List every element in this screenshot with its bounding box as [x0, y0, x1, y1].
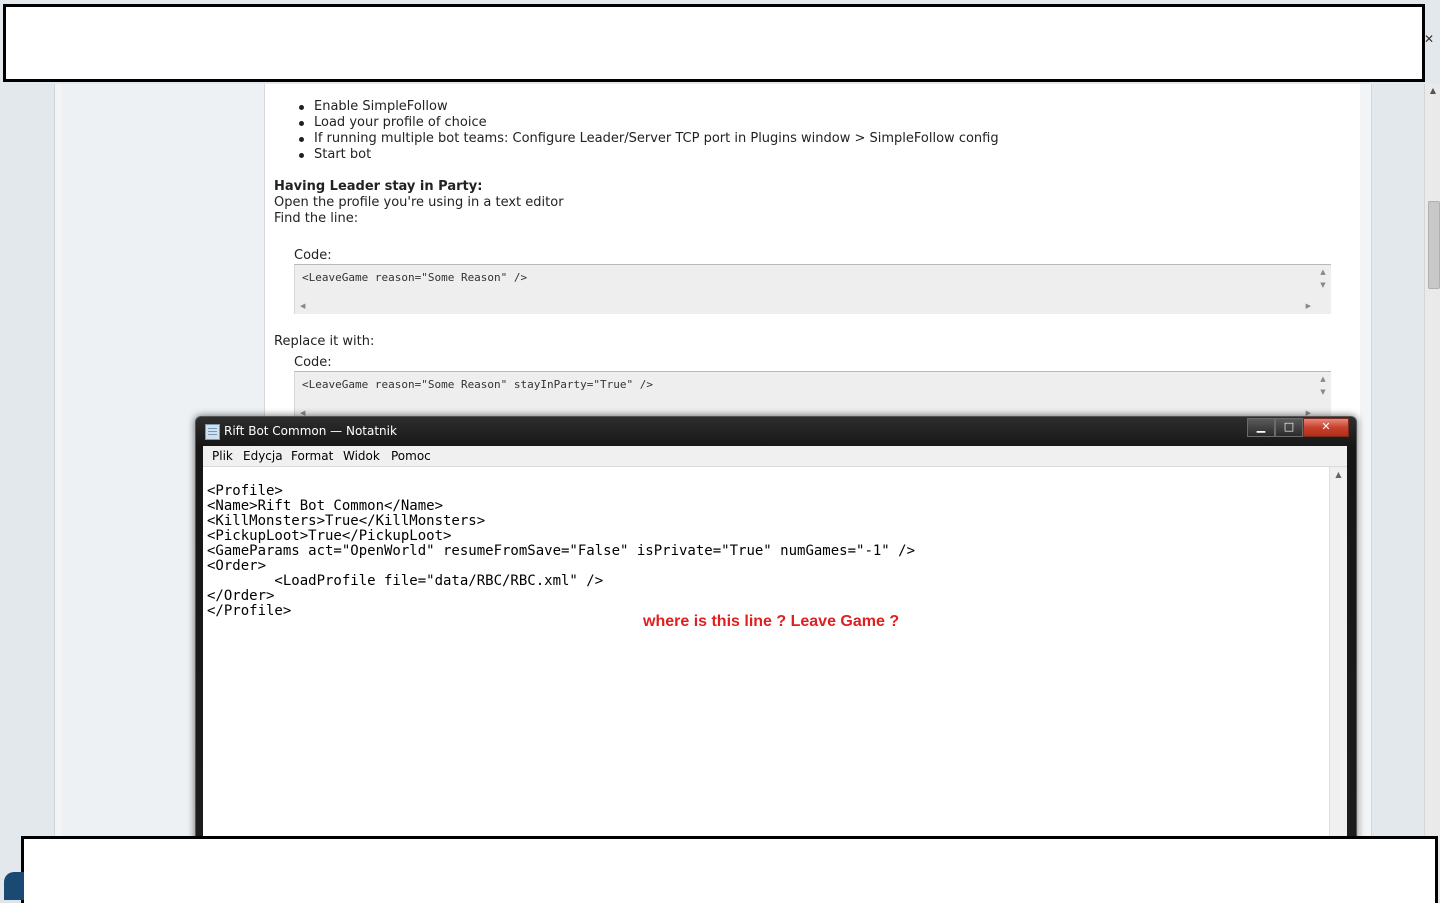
editor-line: <LoadProfile file="data/RBC/RBC.xml" />	[207, 573, 604, 589]
scrollbar-thumb[interactable]	[1428, 201, 1440, 289]
scroll-up-arrow-icon[interactable]: ▲	[1315, 375, 1331, 383]
list-item: Start bot	[299, 147, 999, 163]
editor-line: <Name>Rift Bot Common</Name>	[207, 498, 444, 514]
code-label: Code:	[294, 355, 332, 370]
text-editor-area[interactable]: <Profile> <Name>Rift Bot Common</Name> <Ki…	[203, 467, 1347, 847]
scroll-down-arrow-icon[interactable]: ▼	[1315, 281, 1331, 289]
redacted-region-bottom	[21, 836, 1438, 903]
editor-line: <Profile>	[207, 483, 283, 499]
window-title: Rift Bot Common — Notatnik	[224, 424, 397, 438]
menu-plik[interactable]: Plik	[212, 449, 233, 463]
scroll-down-arrow-icon[interactable]: ▼	[1315, 388, 1331, 396]
editor-line: <PickupLoot>True</PickupLoot>	[207, 528, 452, 544]
maximize-button[interactable]: □	[1275, 418, 1303, 437]
menu-widok[interactable]: Widok	[343, 449, 380, 463]
replace-label: Replace it with:	[274, 334, 375, 349]
scroll-left-arrow-icon[interactable]: ◀	[300, 302, 305, 310]
list-item: Load your profile of choice	[299, 115, 999, 131]
menu-edycja[interactable]: Edycja	[243, 449, 283, 463]
menu-bar: Plik Edycja Format Widok Pomoc	[203, 446, 1347, 467]
steps-list: Enable SimpleFollow Load your profile of…	[299, 99, 999, 163]
editor-vertical-scrollbar[interactable]: ▲	[1329, 467, 1347, 847]
notepad-icon	[205, 424, 220, 440]
editor-line: </Order>	[207, 588, 275, 604]
find-line-text: Find the line:	[274, 211, 359, 226]
code-text: <LeaveGame reason="Some Reason" stayInPa…	[302, 378, 653, 391]
menu-format[interactable]: Format	[291, 449, 333, 463]
scroll-right-arrow-icon[interactable]: ▶	[1306, 302, 1311, 310]
browser-vertical-scrollbar[interactable]: ▲	[1424, 84, 1440, 844]
notepad-window: Rift Bot Common — Notatnik ▁ □ ✕ Plik Ed…	[195, 416, 1357, 848]
editor-line: <KillMonsters>True</KillMonsters>	[207, 513, 486, 529]
editor-line: <GameParams act="OpenWorld" resumeFromSa…	[207, 543, 916, 559]
window-controls: ▁ □ ✕	[1247, 418, 1349, 437]
close-button[interactable]: ✕	[1303, 418, 1349, 437]
start-orb-icon[interactable]	[4, 872, 24, 900]
menu-pomoc[interactable]: Pomoc	[391, 449, 431, 463]
code-vertical-scrollbar[interactable]: ▲ ▼	[1315, 372, 1331, 396]
editor-line: <Order>	[207, 558, 267, 574]
code-block-replacement[interactable]: <LeaveGame reason="Some Reason" stayInPa…	[294, 371, 1331, 421]
list-item: Enable SimpleFollow	[299, 99, 999, 115]
code-vertical-scrollbar[interactable]: ▲ ▼	[1315, 265, 1331, 289]
close-tab-icon[interactable]: ✕	[1424, 32, 1434, 46]
open-instruction: Open the profile you're using in a text …	[274, 195, 564, 210]
leader-heading: Having Leader stay in Party:	[274, 179, 483, 194]
code-label: Code:	[294, 248, 332, 263]
code-block-original[interactable]: <LeaveGame reason="Some Reason" /> ▲ ▼ ◀…	[294, 264, 1331, 314]
scroll-up-arrow-icon[interactable]: ▲	[1330, 470, 1347, 479]
code-text: <LeaveGame reason="Some Reason" />	[302, 271, 528, 284]
redacted-region-top	[3, 4, 1425, 82]
annotation-text: where is this line ? Leave Game ?	[643, 613, 900, 630]
code-horizontal-scrollbar[interactable]: ◀ ▶	[295, 300, 1315, 312]
scroll-up-arrow-icon[interactable]: ▲	[1425, 86, 1440, 95]
list-item: If running multiple bot teams: Configure…	[299, 131, 999, 146]
minimize-button[interactable]: ▁	[1247, 418, 1275, 437]
scroll-up-arrow-icon[interactable]: ▲	[1315, 268, 1331, 276]
